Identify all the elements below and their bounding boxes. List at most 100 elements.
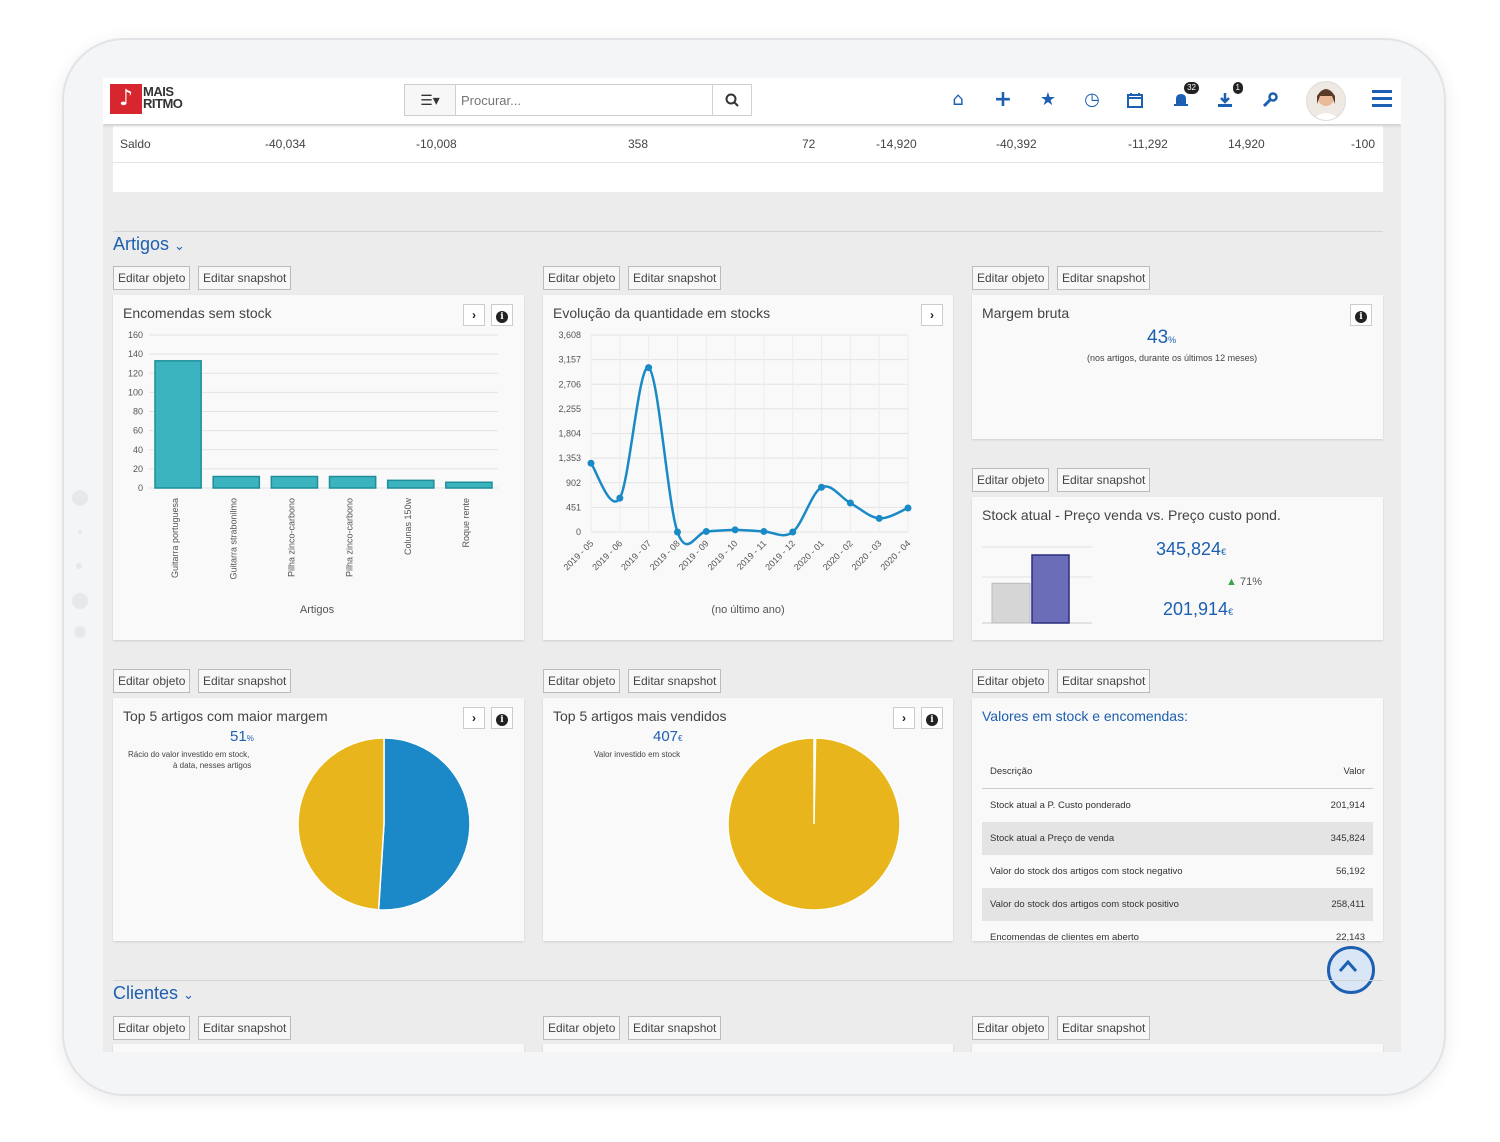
edit-snapshot-button[interactable]: Editar snapshot (1057, 468, 1151, 492)
y-tick-label: 140 (128, 349, 143, 359)
info-icon[interactable]: i (1350, 304, 1372, 326)
edit-object-button[interactable]: Editar objeto (972, 669, 1050, 693)
y-tick-label: 3,608 (558, 330, 581, 340)
bar (270, 475, 319, 489)
data-point (789, 528, 797, 536)
clock-icon[interactable]: ◷ (1080, 88, 1104, 112)
margin-unit: % (1168, 335, 1177, 345)
row-value: 56,192 (1335, 866, 1365, 877)
data-point (846, 499, 854, 507)
list-menu-button[interactable]: ☰▾ (405, 85, 456, 115)
section-title-artigos[interactable]: Artigos ⌄ (113, 234, 185, 255)
pie-slice (297, 737, 385, 911)
edit-object-button[interactable]: Editar objeto (543, 266, 621, 290)
saldo-value: 72 (802, 137, 816, 151)
divider (113, 162, 1383, 163)
x-tick-label: 2019 - 07 (619, 538, 653, 572)
menu-icon[interactable] (1372, 90, 1392, 108)
side-button (74, 626, 86, 638)
sale-price-number: 345,824 (1156, 539, 1222, 559)
row-description: Stock atual a Preço de venda (990, 833, 1115, 844)
bell-icon-glyph (1174, 94, 1188, 106)
widget-margem-bruta: Margem bruta i 43% (nos artigos, durante… (972, 295, 1383, 439)
edit-snapshot-button[interactable]: Editar snapshot (1057, 669, 1151, 693)
y-tick-label: 0 (138, 483, 143, 493)
search-bar: ☰▾ (404, 84, 752, 116)
x-tick-label: 2019 - 05 (561, 538, 595, 572)
edit-object-button[interactable]: Editar objeto (972, 468, 1050, 492)
edit-snapshot-button[interactable]: Editar snapshot (628, 669, 722, 693)
table-row: Valor do stock dos artigos com stock pos… (982, 888, 1373, 921)
comparison-bar-chart (982, 546, 1092, 624)
bell-icon[interactable]: 32 (1169, 82, 1199, 112)
widget-placeholder (543, 1044, 953, 1052)
search-button[interactable] (712, 85, 751, 115)
pie-chart (727, 737, 901, 911)
widget-encomendas-sem-stock: Encomendas sem stock › i 160 140 120 100 80 6… (113, 295, 524, 640)
saldo-value: -14,920 (876, 137, 917, 151)
wrench-icon[interactable] (1258, 88, 1282, 112)
edit-object-button[interactable]: Editar objeto (972, 266, 1050, 290)
edit-object-button[interactable]: Editar objeto (113, 266, 191, 290)
series-line (589, 366, 909, 546)
y-tick-label: 0 (576, 527, 581, 537)
side-button (72, 490, 88, 506)
edit-snapshot-button[interactable]: Editar snapshot (1057, 266, 1151, 290)
download-icon[interactable]: 1 (1213, 82, 1243, 112)
info-icon[interactable]: i (491, 707, 513, 729)
plus-icon[interactable]: + (991, 88, 1015, 112)
edit-snapshot-button[interactable]: Editar snapshot (198, 266, 292, 290)
divider (113, 231, 1383, 232)
widget-title: Valores em stock e encomendas: (982, 708, 1188, 724)
data-point (702, 527, 710, 535)
edit-snapshot-button[interactable]: Editar snapshot (628, 266, 722, 290)
change-percent: 71% (1239, 576, 1262, 588)
edit-object-button[interactable]: Editar objeto (113, 1016, 191, 1040)
data-point (904, 504, 912, 512)
saldo-value: -100 (1351, 137, 1376, 151)
chevron-right-icon[interactable]: › (893, 707, 915, 729)
x-tick-label: 2020 - 02 (821, 538, 855, 572)
widget-evolucao-stocks: Evolução da quantidade em stocks › 3,608… (543, 295, 953, 640)
star-icon[interactable]: ★ (1036, 88, 1060, 112)
data-point (587, 459, 595, 467)
downloads-badge: 1 (1232, 82, 1243, 94)
calendar-icon[interactable] (1123, 88, 1147, 112)
x-tick-label: 2019 - 10 (706, 538, 740, 572)
edit-object-button[interactable]: Editar objeto (972, 1016, 1050, 1040)
edit-snapshot-button[interactable]: Editar snapshot (628, 1016, 722, 1040)
edit-snapshot-button[interactable]: Editar snapshot (198, 669, 292, 693)
chevron-down-icon: ⌄ (183, 987, 194, 1002)
data-point (616, 494, 624, 502)
row-description: Valor do stock dos artigos com stock pos… (990, 899, 1179, 910)
avatar[interactable] (1306, 81, 1346, 121)
download-icon-glyph (1218, 93, 1232, 107)
pie-slice (727, 737, 901, 911)
row-description: Valor do stock dos artigos com stock neg… (990, 866, 1183, 877)
widget-valores-stock: Valores em stock e encomendas: Descrição… (972, 698, 1383, 941)
edit-object-button[interactable]: Editar objeto (543, 1016, 621, 1040)
edit-object-button[interactable]: Editar objeto (543, 669, 621, 693)
chevron-right-icon[interactable]: › (463, 707, 485, 729)
section-title-clientes[interactable]: Clientes ⌄ (113, 983, 194, 1004)
scroll-to-top-button[interactable] (1327, 946, 1375, 994)
column-header: Valor (1296, 755, 1373, 789)
widget-title: Top 5 artigos com maior margem (123, 708, 328, 724)
bar (386, 479, 435, 489)
search-input[interactable] (459, 85, 713, 115)
section-title-label: Clientes (113, 983, 179, 1003)
saldo-value: -40,392 (996, 137, 1037, 151)
edit-object-button[interactable]: Editar objeto (113, 669, 191, 693)
home-icon[interactable]: ⌂ (946, 88, 970, 112)
edit-snapshot-button[interactable]: Editar snapshot (198, 1016, 292, 1040)
logo-icon[interactable]: ♪ (110, 84, 142, 114)
edit-snapshot-button[interactable]: Editar snapshot (1057, 1016, 1151, 1040)
y-tick-label: 3,157 (558, 355, 581, 365)
logo-text: MAIS RITMO (143, 85, 183, 110)
info-icon[interactable]: i (921, 707, 943, 729)
row-value: 345,824 (1330, 833, 1365, 844)
data-point (760, 527, 768, 535)
values-table: Descrição Valor Stock atual a P. Custo p… (982, 755, 1373, 941)
calendar-icon-glyph (1127, 93, 1143, 108)
x-tick-label: 2019 - 09 (677, 538, 711, 572)
